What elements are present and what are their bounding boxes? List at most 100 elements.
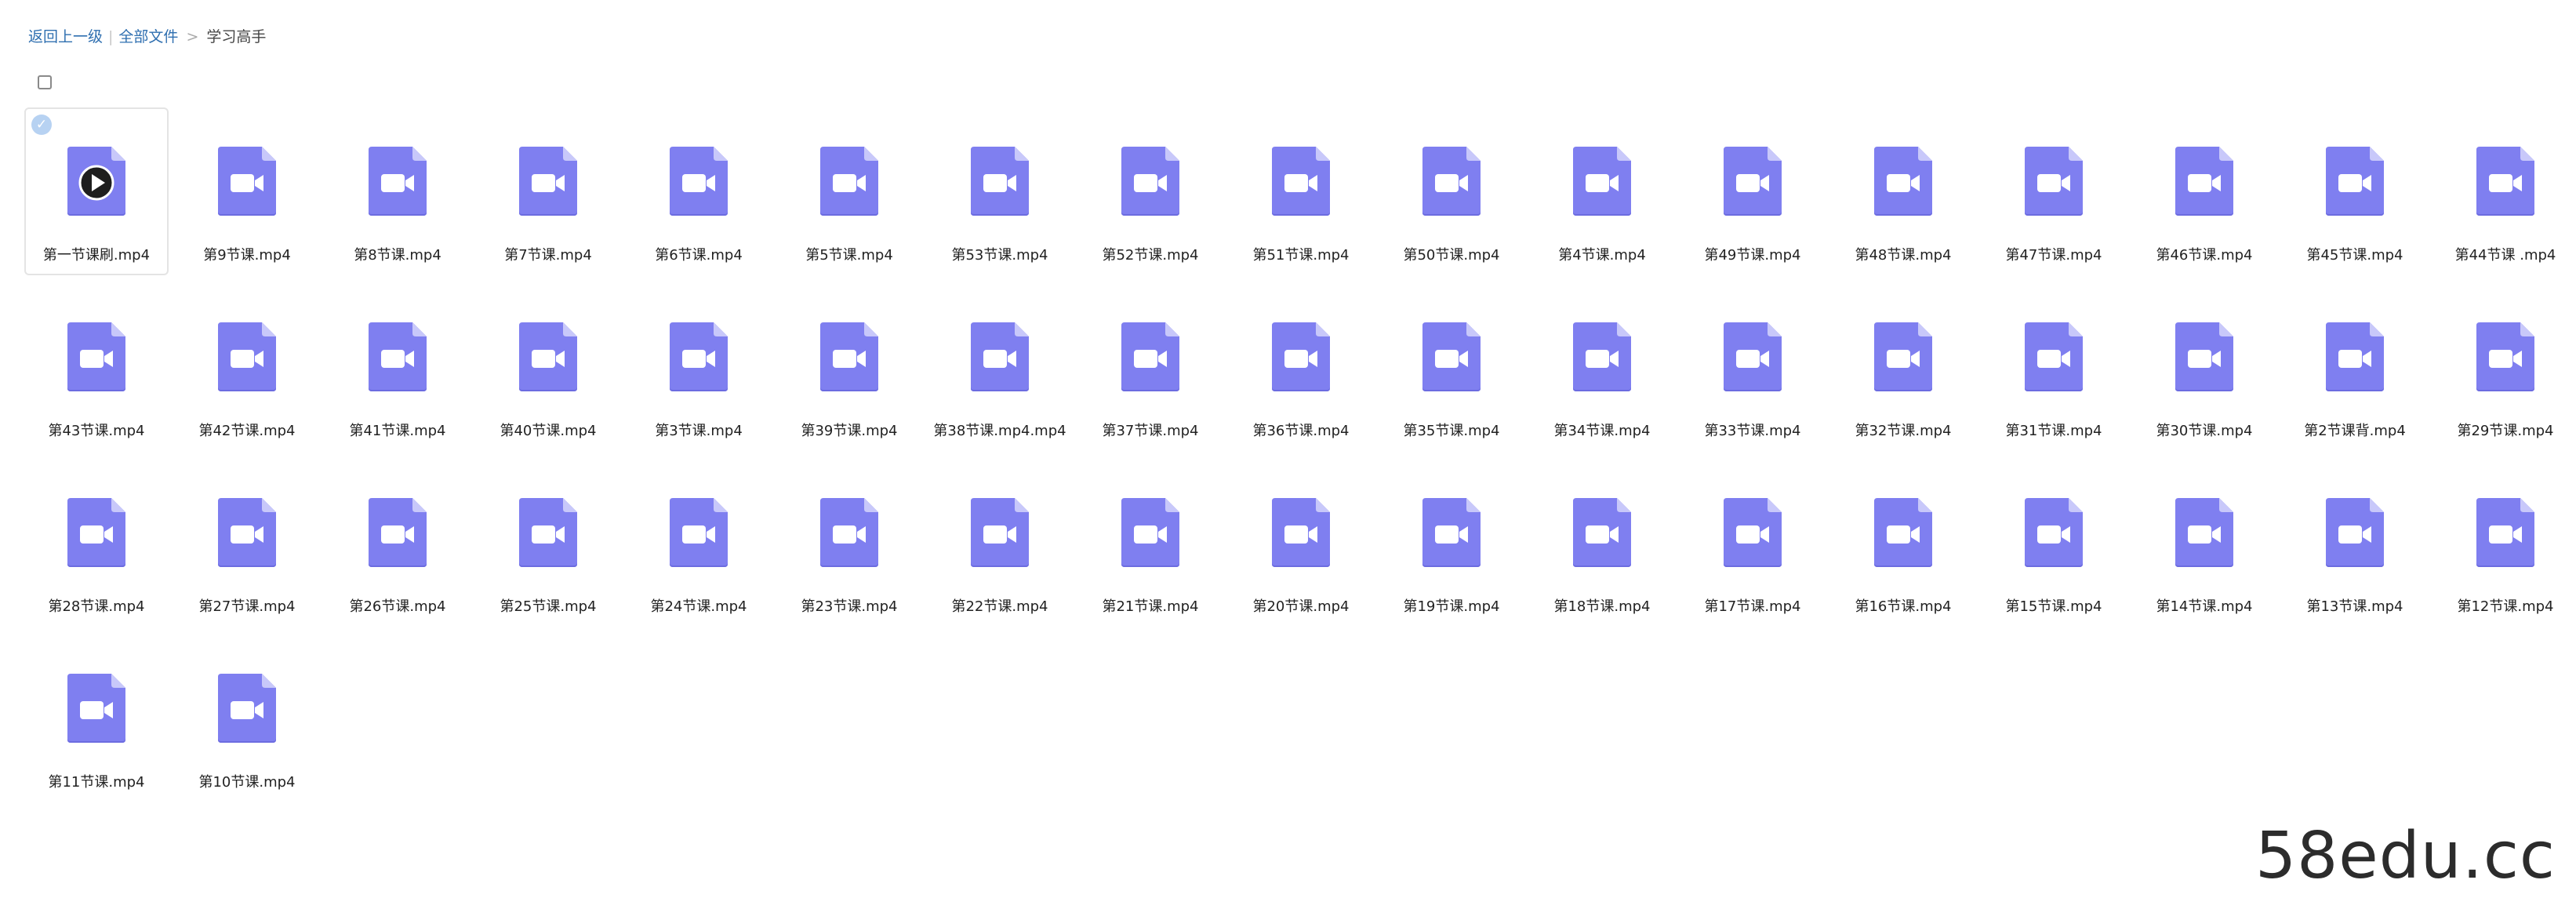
file-item[interactable]: 第9节课.mp4	[175, 107, 319, 275]
file-item[interactable]: 第36节课.mp4	[1229, 283, 1373, 451]
video-file-icon	[1874, 498, 1932, 567]
video-file-icon	[67, 322, 125, 391]
video-file-icon	[2025, 498, 2083, 567]
file-item[interactable]: 第16节课.mp4	[1831, 459, 1975, 627]
video-file-icon	[1272, 322, 1330, 391]
video-file-icon	[67, 498, 125, 567]
file-item[interactable]: 第41节课.mp4	[325, 283, 470, 451]
file-item[interactable]: 第44节课 .mp4	[2433, 107, 2576, 275]
file-item[interactable]: 第25节课.mp4	[476, 459, 620, 627]
video-file-icon	[218, 322, 276, 391]
file-name: 第10节课.mp4	[198, 774, 296, 791]
video-file-icon	[1573, 498, 1631, 567]
file-item[interactable]: 第31节课.mp4	[1982, 283, 2126, 451]
file-item[interactable]: 第28节课.mp4	[24, 459, 169, 627]
file-item[interactable]: 第15节课.mp4	[1982, 459, 2126, 627]
video-file-icon	[1272, 147, 1330, 216]
file-name: 第27节课.mp4	[198, 598, 296, 615]
file-name: 第36节课.mp4	[1252, 423, 1350, 439]
video-file-icon	[1724, 147, 1782, 216]
file-item[interactable]: 第37节课.mp4	[1078, 283, 1223, 451]
file-item[interactable]: 第38节课.mp4.mp4	[928, 283, 1072, 451]
video-file-icon	[1573, 498, 1631, 567]
video-file-icon	[369, 498, 427, 567]
file-item[interactable]: 第10节课.mp4	[175, 634, 319, 802]
video-file-icon	[2476, 498, 2534, 567]
file-item[interactable]: 第45节课.mp4	[2283, 107, 2427, 275]
video-file-icon	[2476, 147, 2534, 216]
file-item[interactable]: 第53节课.mp4	[928, 107, 1072, 275]
file-item[interactable]: 第33节课.mp4	[1680, 283, 1825, 451]
file-item[interactable]: 第48节课.mp4	[1831, 107, 1975, 275]
file-item[interactable]: 第51节课.mp4	[1229, 107, 1373, 275]
file-name: 第9节课.mp4	[203, 247, 291, 264]
file-item[interactable]: 第29节课.mp4	[2433, 283, 2576, 451]
file-item[interactable]: 第23节课.mp4	[777, 459, 921, 627]
video-file-icon	[218, 498, 276, 567]
file-item[interactable]: 第19节课.mp4	[1379, 459, 1524, 627]
breadcrumb-separator: |	[108, 28, 114, 45]
file-item[interactable]: 第7节课.mp4	[476, 107, 620, 275]
file-item[interactable]: 第39节课.mp4	[777, 283, 921, 451]
file-item[interactable]: 第52节课.mp4	[1078, 107, 1223, 275]
video-file-icon	[2326, 322, 2384, 391]
file-item[interactable]: 第22节课.mp4	[928, 459, 1072, 627]
file-item[interactable]: 第17节课.mp4	[1680, 459, 1825, 627]
file-item[interactable]: 第49节课.mp4	[1680, 107, 1825, 275]
video-file-icon	[1121, 498, 1179, 567]
video-file-icon	[1272, 498, 1330, 567]
video-file-icon	[1724, 498, 1782, 567]
file-item[interactable]: 第35节课.mp4	[1379, 283, 1524, 451]
file-item[interactable]: 第2节课背.mp4	[2283, 283, 2427, 451]
file-name: 第48节课.mp4	[1855, 247, 1952, 264]
file-item[interactable]: 第40节课.mp4	[476, 283, 620, 451]
video-file-icon	[1724, 147, 1782, 216]
file-name: 第46节课.mp4	[2156, 247, 2253, 264]
file-item[interactable]: 第42节课.mp4	[175, 283, 319, 451]
file-item[interactable]: 第4节课.mp4	[1530, 107, 1674, 275]
file-name: 第39节课.mp4	[801, 423, 898, 439]
file-item[interactable]: 第43节课.mp4	[24, 283, 169, 451]
file-item[interactable]: 第50节课.mp4	[1379, 107, 1524, 275]
select-all-checkbox[interactable]	[38, 75, 52, 89]
file-item[interactable]: 第26节课.mp4	[325, 459, 470, 627]
watermark: 58edu.cc	[2254, 819, 2556, 893]
file-item[interactable]: 第32节课.mp4	[1831, 283, 1975, 451]
file-item[interactable]: 第14节课.mp4	[2132, 459, 2276, 627]
file-item[interactable]: 第5节课.mp4	[777, 107, 921, 275]
video-file-icon	[670, 147, 728, 216]
video-file-icon	[67, 498, 125, 567]
file-item[interactable]: 第3节课.mp4	[627, 283, 771, 451]
file-item[interactable]: 第46节课.mp4	[2132, 107, 2276, 275]
file-item[interactable]: 第21节课.mp4	[1078, 459, 1223, 627]
file-item[interactable]: 第12节课.mp4	[2433, 459, 2576, 627]
all-files-link[interactable]: 全部文件	[118, 28, 178, 45]
video-file-icon	[2025, 147, 2083, 216]
file-item[interactable]: ✓ 第一节课刷.mp4	[24, 107, 169, 275]
file-name: 第37节课.mp4	[1102, 423, 1199, 439]
video-file-icon	[1422, 322, 1481, 391]
file-name: 第19节课.mp4	[1403, 598, 1500, 615]
video-file-icon	[1422, 498, 1481, 567]
file-item[interactable]: 第24节课.mp4	[627, 459, 771, 627]
file-name: 第4节课.mp4	[1558, 247, 1646, 264]
selected-check-icon[interactable]: ✓	[31, 115, 52, 135]
video-file-icon	[218, 674, 276, 743]
file-item[interactable]: 第8节课.mp4	[325, 107, 470, 275]
video-file-icon	[670, 498, 728, 567]
file-item[interactable]: 第11节课.mp4	[24, 634, 169, 802]
file-item[interactable]: 第18节课.mp4	[1530, 459, 1674, 627]
file-item[interactable]: 第30节课.mp4	[2132, 283, 2276, 451]
video-file-icon	[2476, 498, 2534, 567]
file-item[interactable]: 第20节课.mp4	[1229, 459, 1373, 627]
video-file-icon	[1724, 322, 1782, 391]
back-link[interactable]: 返回上一级	[28, 28, 103, 45]
file-item[interactable]: 第47节课.mp4	[1982, 107, 2126, 275]
file-item[interactable]: 第6节课.mp4	[627, 107, 771, 275]
video-file-icon	[2175, 147, 2233, 216]
video-file-icon	[1272, 147, 1330, 216]
file-item[interactable]: 第34节课.mp4	[1530, 283, 1674, 451]
file-item[interactable]: 第13节课.mp4	[2283, 459, 2427, 627]
file-item[interactable]: 第27节课.mp4	[175, 459, 319, 627]
breadcrumb-current-folder: 学习高手	[206, 28, 267, 45]
